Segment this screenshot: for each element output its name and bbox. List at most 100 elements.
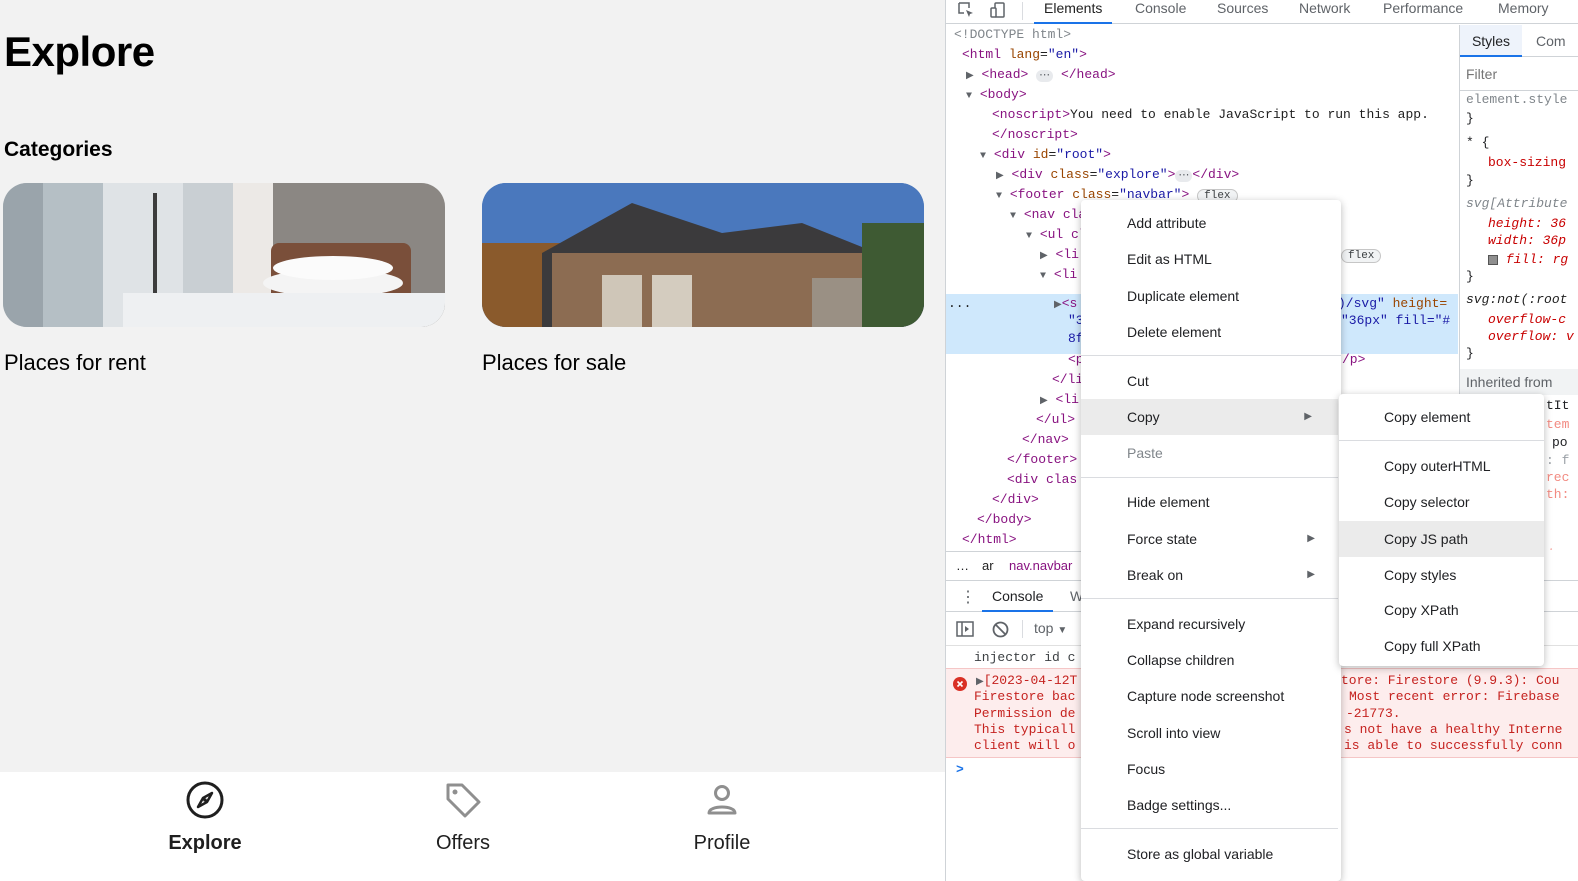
css-property[interactable]: box-sizing [1488, 155, 1566, 171]
dom-line-noscript-close[interactable]: </noscript> [992, 125, 1078, 145]
menu-item-copy-xpath[interactable]: Copy XPath [1339, 592, 1544, 628]
clear-console-icon[interactable] [992, 621, 1009, 638]
rule-selector[interactable]: * { [1466, 135, 1489, 151]
inspect-element-icon[interactable] [957, 1, 975, 19]
drawer-menu-icon[interactable]: ⋮ [960, 587, 976, 607]
breadcrumb-item-nav[interactable]: nav.navbar [1009, 552, 1072, 580]
menu-item-copy-full-xpath[interactable]: Copy full XPath [1339, 628, 1544, 664]
tab-styles[interactable]: Styles [1460, 25, 1522, 57]
dom-line-nav-close[interactable]: </nav> [1022, 430, 1069, 450]
dom-line-head[interactable]: ▶ <head> ⋯ </head> [966, 65, 1116, 85]
menu-item-cut[interactable]: Cut [1081, 363, 1341, 399]
dom-line-li-1[interactable]: ▶ <li [1040, 245, 1079, 265]
collapse-arrow-icon[interactable]: ▼ [1040, 271, 1046, 282]
nav-item-profile[interactable]: Profile [642, 780, 802, 855]
collapse-arrow-icon[interactable]: ▼ [1010, 211, 1016, 222]
dom-line-noscript[interactable]: <noscript>You need to enable JavaScript … [992, 105, 1429, 125]
dom-line-explore[interactable]: ▶ <div class="explore"> ⋯ </div> [996, 165, 1239, 185]
css-property[interactable]: overflow: v [1488, 329, 1574, 345]
dom-line-footer-close[interactable]: </footer> [1007, 450, 1077, 470]
dom-line-div-clas[interactable]: <div clas [1007, 470, 1077, 490]
menu-item-expand-recursively[interactable]: Expand recursively [1081, 606, 1341, 642]
css-property[interactable]: overflow-c [1488, 312, 1566, 328]
tab-sources[interactable]: Sources [1217, 0, 1268, 24]
menu-item-add-attribute[interactable]: Add attribute [1081, 205, 1341, 241]
rule-selector[interactable]: svg:not(:root [1466, 292, 1567, 308]
expand-arrow-icon[interactable]: ▶ [996, 171, 1004, 182]
tab-computed[interactable]: Com [1536, 25, 1566, 57]
menu-item-capture-node-screenshot[interactable]: Capture node screenshot [1081, 678, 1341, 714]
rent-card-image[interactable] [3, 183, 445, 327]
flex-badge[interactable]: flex [1341, 249, 1382, 263]
rent-card-label[interactable]: Places for rent [4, 350, 146, 376]
styles-filter-input[interactable] [1466, 64, 1574, 84]
expand-arrow-icon[interactable]: ▶ [1040, 251, 1048, 262]
collapse-arrow-icon[interactable]: ▼ [980, 151, 986, 162]
collapse-arrow-icon[interactable]: ▼ [1026, 231, 1032, 242]
menu-item-edit-as-html[interactable]: Edit as HTML [1081, 241, 1341, 277]
expand-arrow-icon[interactable]: ▶ [1040, 396, 1048, 407]
tab-network[interactable]: Network [1299, 0, 1350, 24]
menu-item-force-state[interactable]: Force state ▶ [1081, 521, 1341, 557]
dom-line-html-close[interactable]: </html> [962, 530, 1017, 550]
rule-selector[interactable]: element.style [1466, 92, 1567, 108]
tab-console[interactable]: Console [1135, 0, 1186, 24]
dom-line-li-3[interactable]: ▶ <li [1040, 390, 1079, 410]
dom-line-li-1-badge[interactable]: flex [1341, 245, 1382, 265]
nav-item-offers[interactable]: Offers [383, 780, 543, 855]
expand-arrow-icon[interactable]: ▶ [1054, 300, 1062, 311]
menu-item-hide-element[interactable]: Hide element [1081, 484, 1341, 520]
dom-line-html[interactable]: <html lang="en"> [962, 45, 1087, 65]
selected-node-dots[interactable]: ... [948, 294, 971, 314]
tab-elements[interactable]: Elements [1034, 0, 1113, 24]
menu-item-scroll-into-view[interactable]: Scroll into view [1081, 715, 1341, 751]
menu-item-focus[interactable]: Focus [1081, 751, 1341, 787]
dom-line-body-close[interactable]: </body> [977, 510, 1032, 530]
rule-selector[interactable]: svg[Attribute [1466, 196, 1567, 212]
dom-line-root[interactable]: ▼ <div id="root"> [980, 145, 1111, 165]
menu-item-copy-styles[interactable]: Copy styles [1339, 557, 1544, 593]
menu-item-copy-js-path[interactable]: Copy JS path [1339, 521, 1544, 557]
menu-item-store-as-global[interactable]: Store as global variable [1081, 836, 1341, 872]
collapse-arrow-icon[interactable]: ▼ [996, 191, 1002, 202]
menu-item-copy-outerhtml[interactable]: Copy outerHTML [1339, 448, 1544, 484]
menu-item-copy-selector[interactable]: Copy selector [1339, 484, 1544, 520]
context-selector[interactable]: top ▼ [1034, 620, 1067, 636]
menu-item-delete-element[interactable]: Delete element [1081, 314, 1341, 350]
dom-line-li-2[interactable]: ▼ <li [1040, 265, 1077, 285]
breadcrumb-item-partial[interactable]: ar [982, 552, 994, 580]
expand-arrow-icon[interactable]: ▶ [966, 71, 974, 82]
dom-line-nav[interactable]: ▼ <nav cla [1010, 205, 1086, 225]
tab-memory[interactable]: Memory [1498, 0, 1549, 24]
dom-line-ul-close[interactable]: </ul> [1036, 410, 1075, 430]
css-property-fill[interactable]: fill: rg [1488, 252, 1568, 268]
console-prompt[interactable]: > [956, 762, 964, 778]
menu-item-badge-settings[interactable]: Badge settings... [1081, 787, 1341, 823]
menu-item-copy[interactable]: Copy ▶ [1081, 399, 1338, 435]
dom-line-div-close[interactable]: </div> [992, 490, 1039, 510]
device-toolbar-icon[interactable] [989, 1, 1007, 19]
menu-item-break-on[interactable]: Break on ▶ [1081, 557, 1341, 593]
menu-item-paste[interactable]: Paste [1081, 435, 1341, 471]
sale-card-label[interactable]: Places for sale [482, 350, 626, 376]
ellipsis-pill[interactable]: ⋯ [1036, 70, 1054, 82]
menu-item-collapse-children[interactable]: Collapse children [1081, 642, 1341, 678]
dom-line-doctype[interactable]: <!DOCTYPE html> [954, 25, 1071, 45]
tab-performance[interactable]: Performance [1383, 0, 1463, 24]
collapse-arrow-icon[interactable]: ▼ [966, 91, 972, 102]
dom-line-li-close[interactable]: </li [1052, 370, 1083, 390]
css-property[interactable]: height: 36 [1488, 216, 1566, 232]
dom-line-ul[interactable]: ▼ <ul cl [1026, 225, 1087, 245]
menu-item-copy-element[interactable]: Copy element [1339, 399, 1544, 435]
ellipsis-pill[interactable]: ⋯ [1175, 170, 1193, 182]
node-menu-dots[interactable]: ... [948, 296, 971, 311]
dom-line-body[interactable]: ▼ <body> [966, 85, 1027, 105]
css-property[interactable]: width: 36p [1488, 233, 1566, 249]
menu-item-duplicate-element[interactable]: Duplicate element [1081, 278, 1341, 314]
expand-arrow-icon[interactable]: ▶ [976, 677, 984, 688]
breadcrumb-dots[interactable]: … [956, 552, 969, 580]
sidebar-toggle-icon[interactable] [956, 621, 974, 637]
nav-item-explore[interactable]: Explore [125, 780, 285, 855]
sale-card-image[interactable] [482, 183, 924, 327]
color-swatch[interactable] [1488, 254, 1498, 265]
